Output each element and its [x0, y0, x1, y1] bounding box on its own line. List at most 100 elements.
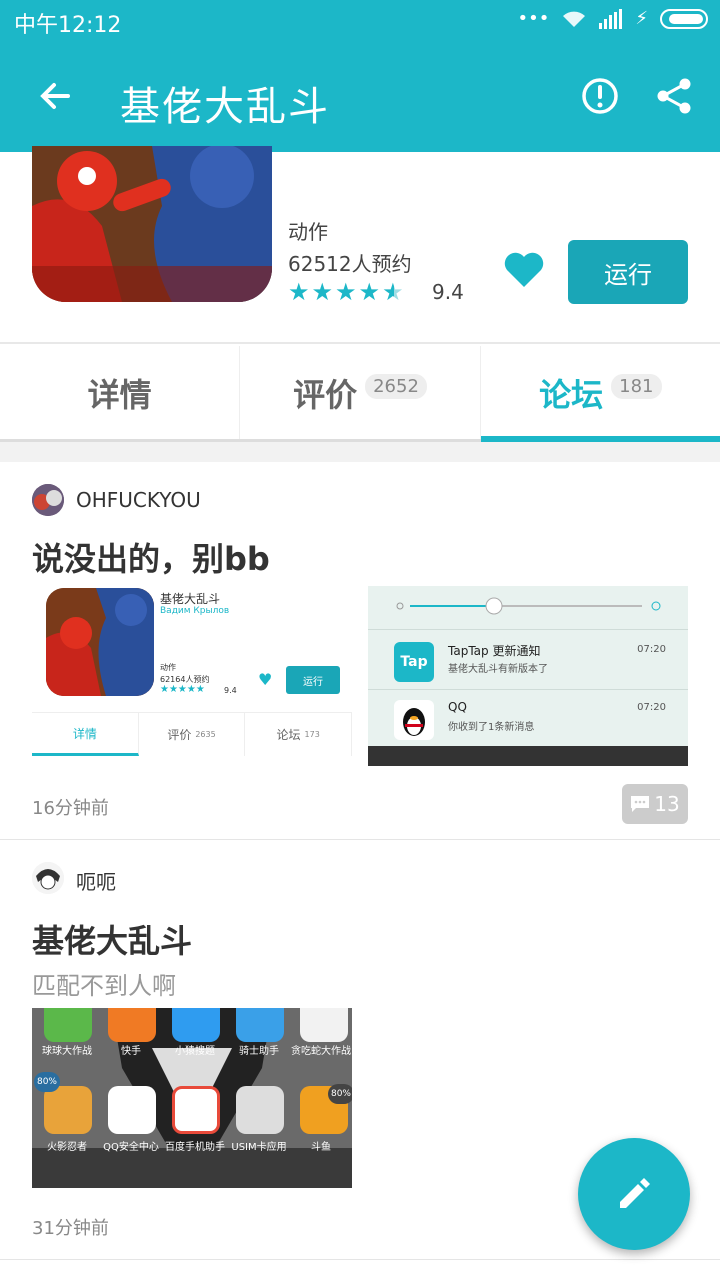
mini-tab: 论坛 173 [245, 713, 352, 756]
share-icon[interactable] [654, 76, 694, 116]
tab-label: 评价 [293, 375, 358, 414]
app-label: 骑士助手 [239, 1046, 279, 1057]
review-count-badge: 2652 [365, 374, 427, 399]
game-header: 动作 62512人预约 ★ ★ ★ ★ ★ 9.4 运行 [0, 146, 720, 344]
post-image[interactable]: Tap TapTap 更新通知 基佬大乱斗有新版本了 07:20 QQ 你收到了… [368, 586, 688, 766]
mini-game-icon [46, 588, 154, 696]
app-label: 斗鱼 [311, 1142, 331, 1153]
mini-bottom-bar [368, 746, 688, 766]
app-icon [236, 1008, 284, 1042]
report-icon[interactable] [580, 76, 620, 116]
tab-forum[interactable]: 论坛 181 [480, 346, 720, 442]
forum-count-badge: 181 [611, 374, 662, 399]
mini-tab-label: 论坛 [276, 728, 301, 742]
qq-penguin-icon [394, 700, 434, 740]
forum-post[interactable]: OHFUCKYOU 说没出的，别bb 基佬大乱斗 Вадим Крылов 动作… [0, 462, 720, 840]
post-image[interactable]: 球球大作战 快手 小猿搜题 骑士助手 贪吃蛇大作战 80% 80% 火影忍者 Q… [32, 1008, 352, 1188]
status-bar: 中午12:12 ••• ⚡ [0, 0, 720, 40]
app-label: 火影忍者 [47, 1142, 87, 1153]
taptap-icon: Tap [394, 642, 434, 682]
mini-notification: Tap TapTap 更新通知 基佬大乱斗有新版本了 07:20 [368, 632, 688, 690]
app-icon [300, 1008, 348, 1042]
mini-brightness-bar [368, 586, 688, 630]
game-genre: 动作 [288, 220, 328, 244]
star-icon: ★ [358, 278, 381, 306]
page-title: 基佬大乱斗 [120, 84, 330, 130]
mini-genre: 动作 [160, 663, 176, 672]
notif-title: TapTap 更新通知 [448, 644, 541, 658]
app-label: 快手 [121, 1046, 141, 1057]
comment-count-button[interactable]: 13 [622, 784, 688, 824]
edit-pencil-icon [620, 1178, 650, 1208]
app-label: QQ安全中心 [103, 1142, 159, 1153]
post-time: 16分钟前 [32, 798, 109, 819]
game-art [32, 146, 272, 302]
battery-icon [660, 8, 708, 29]
star-icon: ★ [288, 278, 310, 306]
app-icon [172, 1086, 220, 1134]
post-title: 基佬大乱斗 [32, 922, 193, 960]
charging-icon: ⚡ [635, 8, 648, 29]
app-icon [44, 1086, 92, 1134]
mini-tab: 详情 [32, 713, 139, 756]
back-arrow-icon[interactable] [36, 76, 76, 116]
rating-score: 9.4 [432, 280, 464, 304]
mini-heart-icon: ♥ [258, 670, 273, 689]
heart-icon[interactable] [502, 250, 546, 290]
app-label: USIM卡应用 [231, 1142, 287, 1153]
notif-title: QQ [448, 700, 467, 714]
notif-time: 07:20 [637, 644, 666, 655]
app-icon [236, 1086, 284, 1134]
mini-notification: QQ 你收到了1条新消息 07:20 [368, 690, 688, 748]
username[interactable]: OHFUCKYOU [76, 488, 201, 512]
tab-bar: 详情 评价 2652 论坛 181 [0, 346, 720, 442]
app-icon [44, 1008, 92, 1042]
star-icon: ★ [335, 278, 357, 306]
signal-icon [599, 8, 623, 29]
tab-details[interactable]: 详情 [0, 346, 241, 439]
username[interactable]: 呃呃 [76, 866, 116, 895]
section-divider [0, 442, 720, 462]
reservation-count: 62512人预约 [288, 252, 412, 276]
post-title: 说没出的，别bb [32, 540, 270, 578]
notif-text: 你收到了1条新消息 [448, 722, 535, 733]
app-label: 小猿搜题 [175, 1046, 215, 1057]
comment-icon [631, 796, 650, 812]
compose-post-button[interactable] [578, 1138, 690, 1250]
app-bar: 基佬大乱斗 [0, 40, 720, 152]
mini-game-title: 基佬大乱斗 [160, 592, 221, 606]
wifi-icon [563, 11, 586, 27]
tab-label: 详情 [87, 375, 152, 414]
star-icon: ★ [311, 278, 334, 306]
download-badge: 80% [328, 1084, 352, 1104]
status-time: 中午12:12 [14, 13, 122, 38]
avatar-image [32, 862, 64, 894]
more-dots-icon: ••• [517, 8, 550, 29]
app-icon [108, 1086, 156, 1134]
tab-reviews[interactable]: 评价 2652 [240, 346, 481, 439]
comment-count: 13 [654, 792, 680, 816]
mini-tab-label: 评价 [167, 728, 192, 742]
notif-text: 基佬大乱斗有新版本了 [448, 664, 548, 675]
post-image[interactable]: 基佬大乱斗 Вадим Крылов 动作 62164人预约 ★★★★★ 9.4… [32, 586, 352, 766]
avatar[interactable] [32, 862, 64, 894]
mini-developer: Вадим Крылов [160, 606, 230, 616]
notif-time: 07:20 [637, 702, 666, 713]
mini-tab-count: 173 [304, 730, 320, 739]
post-time: 31分钟前 [32, 1218, 109, 1239]
status-icons: ••• ⚡ [517, 8, 708, 29]
game-icon[interactable] [32, 146, 272, 302]
run-button[interactable]: 运行 [568, 240, 688, 304]
tab-label: 论坛 [539, 375, 604, 414]
mini-tab-count: 2635 [195, 730, 216, 739]
avatar[interactable] [32, 484, 64, 516]
post-body: 匹配不到人啊 [32, 972, 176, 1000]
download-badge: 80% [34, 1072, 60, 1092]
mini-stars: ★★★★★ [160, 684, 205, 695]
mini-tab: 评价 2635 [139, 713, 246, 756]
app-icon [108, 1008, 156, 1042]
mini-run-button: 运行 [286, 666, 340, 694]
app-label: 球球大作战 [42, 1046, 92, 1057]
app-label: 贪吃蛇大作战 [291, 1046, 351, 1057]
app-label: 百度手机助手 [165, 1142, 225, 1153]
